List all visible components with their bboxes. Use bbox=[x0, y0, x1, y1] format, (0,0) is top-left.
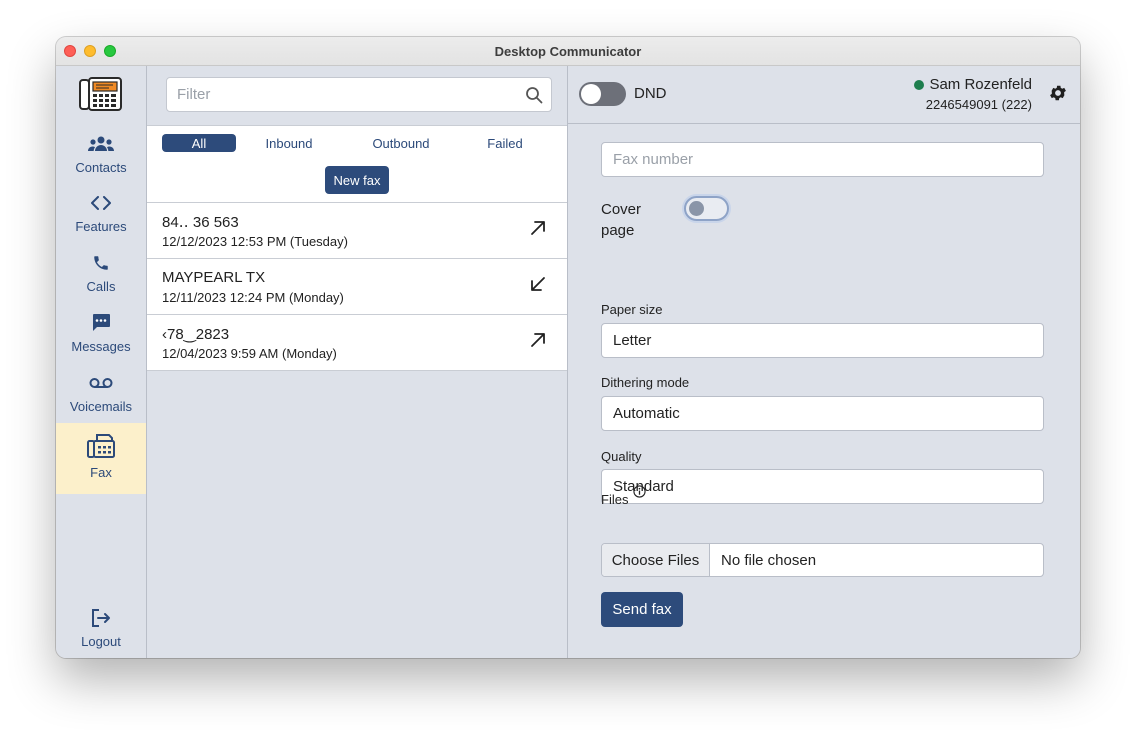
outbound-arrow-icon bbox=[531, 333, 545, 347]
send-fax-panel: DND Sam Rozenfeld 2246549091 (222) Cover… bbox=[568, 66, 1080, 658]
title-bar: Desktop Communicator bbox=[56, 37, 1080, 66]
cover-page-label: Cover page bbox=[601, 201, 642, 239]
list-item[interactable]: ‹78‿2823 12/04/2023 9:59 AM (Monday) bbox=[147, 315, 567, 371]
direction-tabs: All Inbound Outbound Failed bbox=[147, 125, 567, 159]
send-fax-button[interactable]: Send fax bbox=[601, 592, 683, 627]
contacts-icon bbox=[88, 132, 114, 156]
fax-contact: MAYPEARL TX bbox=[162, 269, 266, 286]
logout-label: Logout bbox=[81, 634, 121, 649]
minimize-window-button[interactable] bbox=[84, 45, 96, 57]
app-logo-icon bbox=[79, 77, 122, 111]
file-status: No file chosen bbox=[721, 551, 817, 569]
dithering-mode-value: Automatic bbox=[613, 405, 680, 422]
dithering-mode-select[interactable]: Automatic bbox=[601, 396, 1044, 431]
tab-outbound[interactable]: Outbound bbox=[358, 134, 444, 152]
fax-date: 12/12/2023 12:53 PM (Tuesday) bbox=[162, 234, 348, 249]
file-picker: Choose Files No file chosen bbox=[601, 543, 1044, 577]
new-fax-row: New fax bbox=[147, 158, 567, 203]
user-extension: 2246549091 (222) bbox=[925, 97, 1032, 112]
fax-date: 12/04/2023 9:59 AM (Monday) bbox=[162, 346, 337, 361]
tab-inbound[interactable]: Inbound bbox=[251, 134, 327, 152]
presence-status-dot bbox=[914, 79, 925, 90]
status-header: DND Sam Rozenfeld 2246549091 (222) bbox=[568, 66, 1080, 124]
logout-button[interactable]: Logout bbox=[56, 606, 146, 658]
files-label-row: Files bbox=[601, 485, 647, 507]
logout-icon bbox=[91, 606, 111, 630]
sidebar-item-voicemails[interactable]: Voicemails bbox=[56, 371, 146, 431]
maximize-window-button[interactable] bbox=[104, 45, 116, 57]
quality-select[interactable]: Standard bbox=[601, 469, 1044, 504]
sidebar-item-contacts[interactable]: Contacts bbox=[56, 132, 146, 192]
fax-icon bbox=[87, 431, 115, 461]
files-label: Files bbox=[601, 492, 629, 507]
voicemail-icon bbox=[89, 371, 113, 395]
fax-list: 84‥ 36 563 12/12/2023 12:53 PM (Tuesday)… bbox=[147, 203, 567, 371]
paper-size-select[interactable]: Letter bbox=[601, 323, 1044, 358]
sidebar-item-label: Contacts bbox=[75, 160, 127, 175]
choose-files-button[interactable]: Choose Files bbox=[602, 544, 710, 576]
tab-all[interactable]: All bbox=[162, 134, 236, 152]
list-item[interactable]: MAYPEARL TX 12/11/2023 12:24 PM (Monday) bbox=[147, 259, 567, 315]
code-brackets-icon bbox=[91, 191, 111, 215]
fax-contact: 84‥ 36 563 bbox=[162, 214, 239, 231]
filter-box bbox=[166, 77, 552, 112]
sidebar-item-fax[interactable]: Fax bbox=[56, 423, 146, 494]
quality-label: Quality bbox=[601, 449, 642, 464]
fax-date: 12/11/2023 12:24 PM (Monday) bbox=[162, 290, 344, 305]
sidebar-item-features[interactable]: Features bbox=[56, 191, 146, 251]
cover-page-toggle[interactable] bbox=[684, 196, 729, 221]
sidebar-item-calls[interactable]: Calls bbox=[56, 251, 146, 311]
toggle-knob bbox=[581, 84, 601, 104]
fax-number-input[interactable] bbox=[613, 143, 1043, 176]
outbound-arrow-icon bbox=[531, 221, 545, 235]
close-window-button[interactable] bbox=[64, 45, 76, 57]
paper-size-value: Letter bbox=[613, 332, 652, 349]
sidebar-item-label: Calls bbox=[86, 279, 116, 294]
filter-input[interactable] bbox=[167, 78, 517, 111]
sidebar-item-label: Voicemails bbox=[69, 399, 133, 414]
tab-failed[interactable]: Failed bbox=[475, 134, 535, 152]
sidebar-item-label: Messages bbox=[71, 339, 131, 354]
dnd-label: DND bbox=[634, 85, 667, 102]
toggle-knob bbox=[689, 201, 704, 216]
inbound-arrow-icon bbox=[531, 277, 545, 291]
fax-contact: ‹78‿2823 bbox=[162, 326, 230, 343]
gear-icon[interactable] bbox=[1048, 83, 1068, 103]
dithering-mode-label: Dithering mode bbox=[601, 375, 690, 390]
user-name: Sam Rozenfeld bbox=[914, 76, 1032, 93]
window-title: Desktop Communicator bbox=[494, 43, 642, 59]
paper-size-label: Paper size bbox=[601, 302, 663, 317]
sidebar-item-messages[interactable]: Messages bbox=[56, 311, 146, 371]
phone-icon bbox=[92, 251, 110, 275]
dnd-toggle[interactable] bbox=[579, 82, 626, 106]
fax-number-field bbox=[601, 142, 1044, 177]
sidebar: Contacts Features Calls Messages Voicema bbox=[56, 66, 147, 658]
sidebar-item-label: Fax bbox=[90, 465, 112, 480]
search-icon[interactable] bbox=[517, 86, 551, 104]
sidebar-item-label: Features bbox=[75, 219, 127, 234]
info-icon[interactable] bbox=[633, 485, 647, 498]
fax-list-panel: All Inbound Outbound Failed New fax 84‥ … bbox=[147, 66, 568, 658]
chat-bubble-icon bbox=[91, 311, 111, 335]
app-window: Desktop Communicator Contacts Features C… bbox=[56, 37, 1080, 658]
user-name-text: Sam Rozenfeld bbox=[929, 76, 1032, 93]
window-controls bbox=[64, 45, 116, 57]
list-item[interactable]: 84‥ 36 563 12/12/2023 12:53 PM (Tuesday) bbox=[147, 203, 567, 259]
new-fax-button[interactable]: New fax bbox=[325, 166, 389, 194]
